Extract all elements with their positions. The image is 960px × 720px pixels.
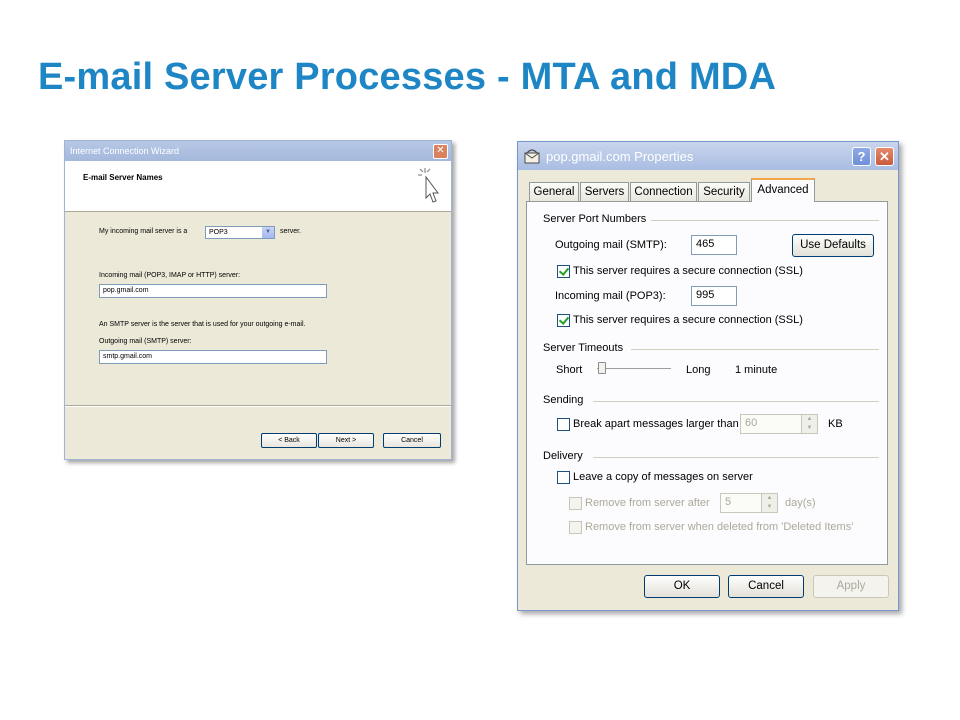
- timeout-slider-track[interactable]: [597, 368, 671, 372]
- break-apart-checkbox[interactable]: [557, 418, 570, 431]
- timeout-short-label: Short: [556, 364, 583, 376]
- wizard-separator: [65, 405, 451, 407]
- wizard-body: My incoming mail server is a POP3 ▼ serv…: [65, 212, 451, 420]
- wizard-cancel-button[interactable]: Cancel: [383, 433, 441, 448]
- wizard-close-button[interactable]: ✕: [433, 144, 448, 159]
- outgoing-server-label: Outgoing mail (SMTP) server:: [99, 338, 192, 345]
- remove-deleted-checkbox[interactable]: [569, 521, 582, 534]
- tab-servers[interactable]: Servers: [580, 182, 629, 201]
- ok-button[interactable]: OK: [644, 575, 720, 598]
- close-icon: ✕: [436, 145, 445, 156]
- spinner-icon[interactable]: ▲ ▼: [761, 494, 777, 512]
- wizard-window-title: Internet Connection Wizard: [70, 146, 180, 156]
- smtp-note: An SMTP server is the server that is use…: [99, 321, 306, 328]
- wizard-titlebar: Internet Connection Wizard ✕: [65, 141, 451, 161]
- group-divider: [631, 349, 879, 350]
- break-apart-size-input[interactable]: 60 ▲ ▼: [740, 414, 818, 434]
- group-divider: [593, 401, 879, 402]
- properties-window-title: pop.gmail.com Properties: [546, 149, 694, 164]
- break-apart-label: Break apart messages larger than: [573, 418, 739, 430]
- sending-heading: Sending: [543, 394, 584, 406]
- remove-after-label: Remove from server after: [585, 497, 710, 509]
- outgoing-ssl-label: This server requires a secure connection…: [573, 265, 803, 277]
- timeout-value: 1 minute: [735, 364, 778, 376]
- chevron-down-icon[interactable]: ▼: [262, 227, 274, 238]
- tab-connection[interactable]: Connection: [630, 182, 697, 201]
- wizard-header: E-mail Server Names: [65, 161, 451, 212]
- use-defaults-button[interactable]: Use Defaults: [792, 234, 874, 257]
- incoming-server-input[interactable]: pop.gmail.com: [99, 284, 327, 298]
- tab-advanced[interactable]: Advanced: [751, 178, 815, 202]
- incoming-type-value: POP3: [209, 229, 228, 236]
- properties-close-button[interactable]: ✕: [875, 147, 894, 166]
- cursor-click-icon: [418, 168, 439, 203]
- break-apart-unit: KB: [828, 418, 843, 430]
- incoming-port-label: Incoming mail (POP3):: [555, 290, 666, 302]
- advanced-panel: Server Port Numbers Outgoing mail (SMTP)…: [526, 201, 888, 565]
- wizard-window: Internet Connection Wizard ✕ E-mail Serv…: [64, 140, 452, 460]
- server-port-numbers-heading: Server Port Numbers: [543, 213, 647, 225]
- incoming-ssl-checkbox[interactable]: [557, 314, 570, 327]
- leave-copy-checkbox[interactable]: [557, 471, 570, 484]
- spinner-icon[interactable]: ▲ ▼: [801, 415, 817, 433]
- remove-after-days-input[interactable]: 5 ▲ ▼: [720, 493, 778, 513]
- close-icon: ✕: [879, 149, 890, 164]
- incoming-server-label: Incoming mail (POP3, IMAP or HTTP) serve…: [99, 272, 241, 279]
- tab-general[interactable]: General: [529, 182, 579, 201]
- incoming-type-prefix: My incoming mail server is a: [99, 228, 188, 235]
- properties-titlebar: pop.gmail.com Properties ? ✕: [518, 142, 898, 170]
- properties-cancel-button[interactable]: Cancel: [728, 575, 804, 598]
- wizard-header-title: E-mail Server Names: [83, 173, 163, 182]
- next-button[interactable]: Next >: [318, 433, 374, 448]
- incoming-type-select[interactable]: POP3 ▼: [205, 226, 275, 239]
- back-button[interactable]: < Back: [261, 433, 317, 448]
- delivery-heading: Delivery: [543, 450, 583, 462]
- timeout-long-label: Long: [686, 364, 711, 376]
- apply-button[interactable]: Apply: [813, 575, 889, 598]
- outgoing-server-input[interactable]: smtp.gmail.com: [99, 350, 327, 364]
- outgoing-port-input[interactable]: 465: [691, 235, 737, 255]
- remove-deleted-label: Remove from server when deleted from 'De…: [585, 521, 854, 533]
- properties-dialog: pop.gmail.com Properties ? ✕ General Ser…: [517, 141, 899, 611]
- help-button[interactable]: ?: [852, 147, 871, 166]
- incoming-type-suffix: server.: [280, 228, 302, 235]
- mail-server-icon: [524, 149, 540, 164]
- incoming-ssl-label: This server requires a secure connection…: [573, 314, 803, 326]
- group-divider: [593, 457, 879, 458]
- server-timeouts-heading: Server Timeouts: [543, 342, 624, 354]
- tab-security[interactable]: Security: [698, 182, 750, 201]
- incoming-port-input[interactable]: 995: [691, 286, 737, 306]
- leave-copy-label: Leave a copy of messages on server: [573, 471, 753, 483]
- slide-title: E-mail Server Processes - MTA and MDA: [38, 56, 777, 98]
- remove-after-checkbox[interactable]: [569, 497, 582, 510]
- remove-after-days-value: 5: [725, 496, 732, 508]
- break-apart-size-value: 60: [745, 417, 758, 429]
- remove-after-unit: day(s): [785, 497, 816, 509]
- timeout-slider-thumb[interactable]: [598, 362, 606, 374]
- help-icon: ?: [857, 149, 866, 164]
- group-divider: [651, 220, 879, 221]
- outgoing-ssl-checkbox[interactable]: [557, 265, 570, 278]
- outgoing-port-label: Outgoing mail (SMTP):: [555, 239, 667, 251]
